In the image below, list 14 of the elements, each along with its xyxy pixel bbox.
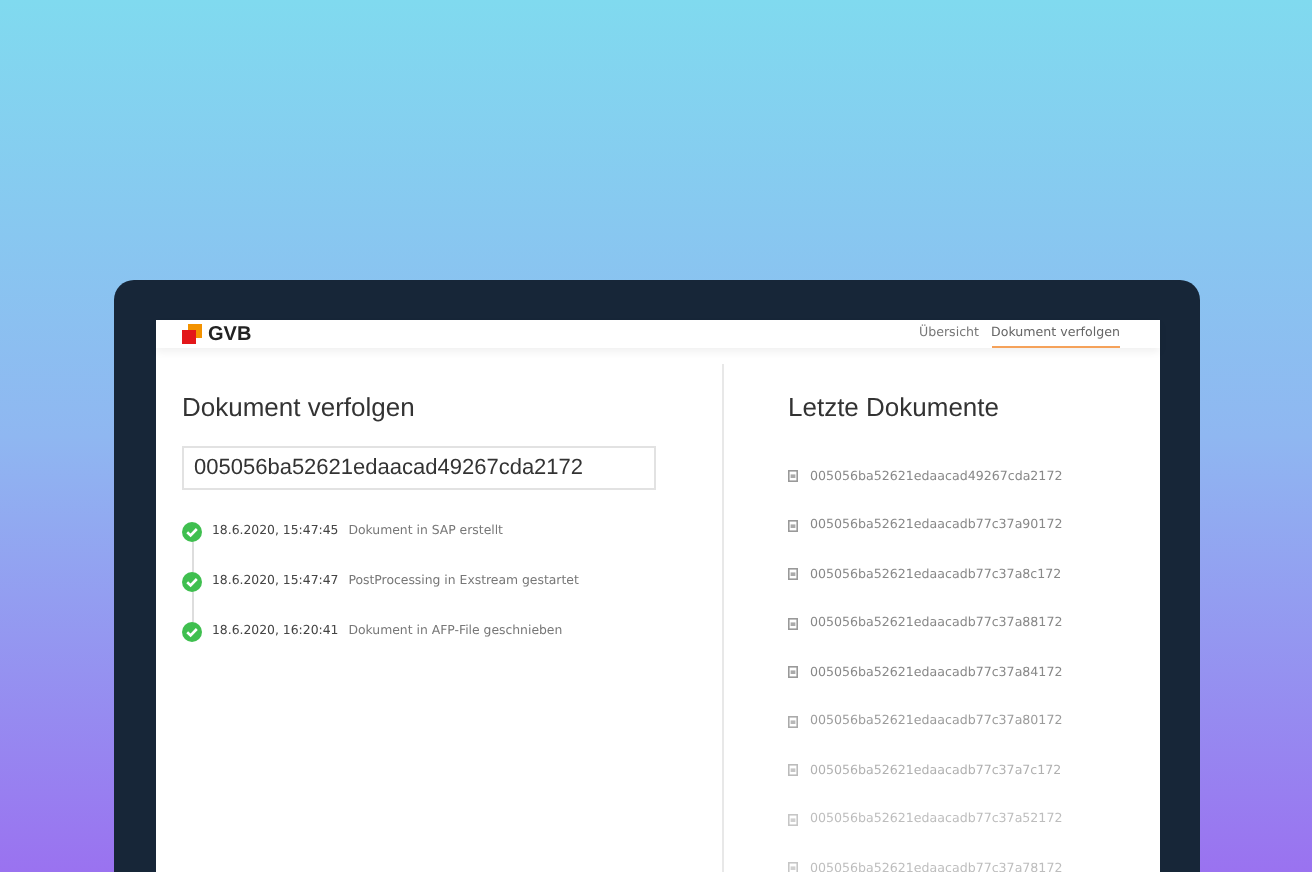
section-title: Dokument verfolgen — [182, 392, 417, 422]
document-id-field[interactable]: 005056ba52621edaacad49267cda2172 — [182, 446, 656, 490]
document-icon — [788, 519, 798, 532]
document-icon — [788, 813, 798, 826]
document-icon — [788, 764, 798, 777]
document-icon — [788, 617, 798, 630]
logo-icon — [182, 324, 202, 344]
document-icon — [788, 470, 798, 483]
section-title: Letzte Dokumente — [788, 392, 1002, 422]
logo-text: GVB — [208, 323, 252, 345]
document-icon — [788, 568, 798, 581]
document-icon — [788, 715, 798, 728]
document-icon — [788, 862, 798, 872]
document-icon — [788, 666, 798, 679]
